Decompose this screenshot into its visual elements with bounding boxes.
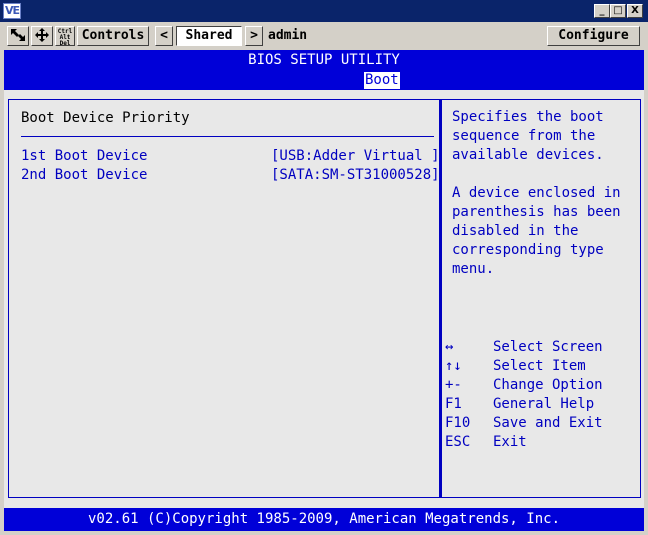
- boot-priority-pane: Boot Device Priority 1st Boot Device [US…: [8, 99, 440, 498]
- configure-button[interactable]: Configure: [547, 26, 640, 46]
- key-hint-desc: Select Screen: [493, 339, 603, 355]
- bios-screen[interactable]: BIOS SETUP UTILITY Boot Boot Device Prio…: [4, 50, 644, 531]
- user-label: admin: [268, 28, 308, 43]
- move-icon[interactable]: [31, 26, 53, 46]
- key-hint-desc: Save and Exit: [493, 415, 603, 431]
- minimize-button[interactable]: _: [594, 4, 610, 18]
- arrows-left-right-icon: ↔: [445, 339, 454, 355]
- section-title: Boot Device Priority: [21, 110, 190, 126]
- bios-footer: v02.61 (C)Copyright 1985-2009, American …: [4, 508, 644, 531]
- divider: [21, 136, 434, 137]
- boot-device-2-label[interactable]: 2nd Boot Device: [21, 167, 147, 183]
- toolbar: Ctrl Alt Del Controls < Shared > admin C…: [0, 22, 648, 50]
- help-pane: Specifies the boot sequence from the ava…: [440, 99, 641, 498]
- key-hint-key: F10: [445, 415, 471, 431]
- move-icon-svg: [35, 28, 49, 42]
- previous-button[interactable]: <: [155, 26, 173, 46]
- maximize-button[interactable]: □: [610, 4, 626, 18]
- key-hint-key: +-: [445, 377, 462, 393]
- help-text: Specifies the boot sequence from the ava…: [452, 109, 621, 277]
- arrows-up-down-icon: ↑↓: [445, 358, 462, 374]
- app-icon: VE: [3, 3, 21, 19]
- boot-device-1-label[interactable]: 1st Boot Device: [21, 148, 147, 164]
- close-button[interactable]: X: [627, 4, 643, 18]
- bios-header: BIOS SETUP UTILITY: [4, 50, 644, 70]
- key-hint-desc: Exit: [493, 434, 527, 450]
- cursor-arrows-icon-svg: [11, 29, 25, 41]
- key-hint-key: ESC: [445, 434, 471, 450]
- ctrl-alt-del-icon[interactable]: Ctrl Alt Del: [55, 26, 75, 47]
- tab-boot[interactable]: Boot: [364, 72, 400, 89]
- shared-button[interactable]: Shared: [176, 26, 242, 46]
- key-hint-desc: General Help: [493, 396, 595, 412]
- cursor-arrows-icon[interactable]: [7, 26, 29, 46]
- window-title-bar[interactable]: VE _ □ X: [0, 0, 648, 22]
- bios-menu-bar: Boot: [4, 70, 644, 90]
- boot-device-1-value[interactable]: [USB:Adder Virtual ]: [271, 148, 440, 164]
- key-hint-desc: Select Item: [493, 358, 586, 374]
- controls-button[interactable]: Controls: [77, 26, 149, 46]
- key-hint-key: F1: [445, 396, 462, 412]
- boot-device-2-value[interactable]: [SATA:SM-ST31000528]: [271, 167, 440, 183]
- key-hint-desc: Change Option: [493, 377, 603, 393]
- next-button[interactable]: >: [245, 26, 263, 46]
- del-key-label: Del: [59, 40, 71, 47]
